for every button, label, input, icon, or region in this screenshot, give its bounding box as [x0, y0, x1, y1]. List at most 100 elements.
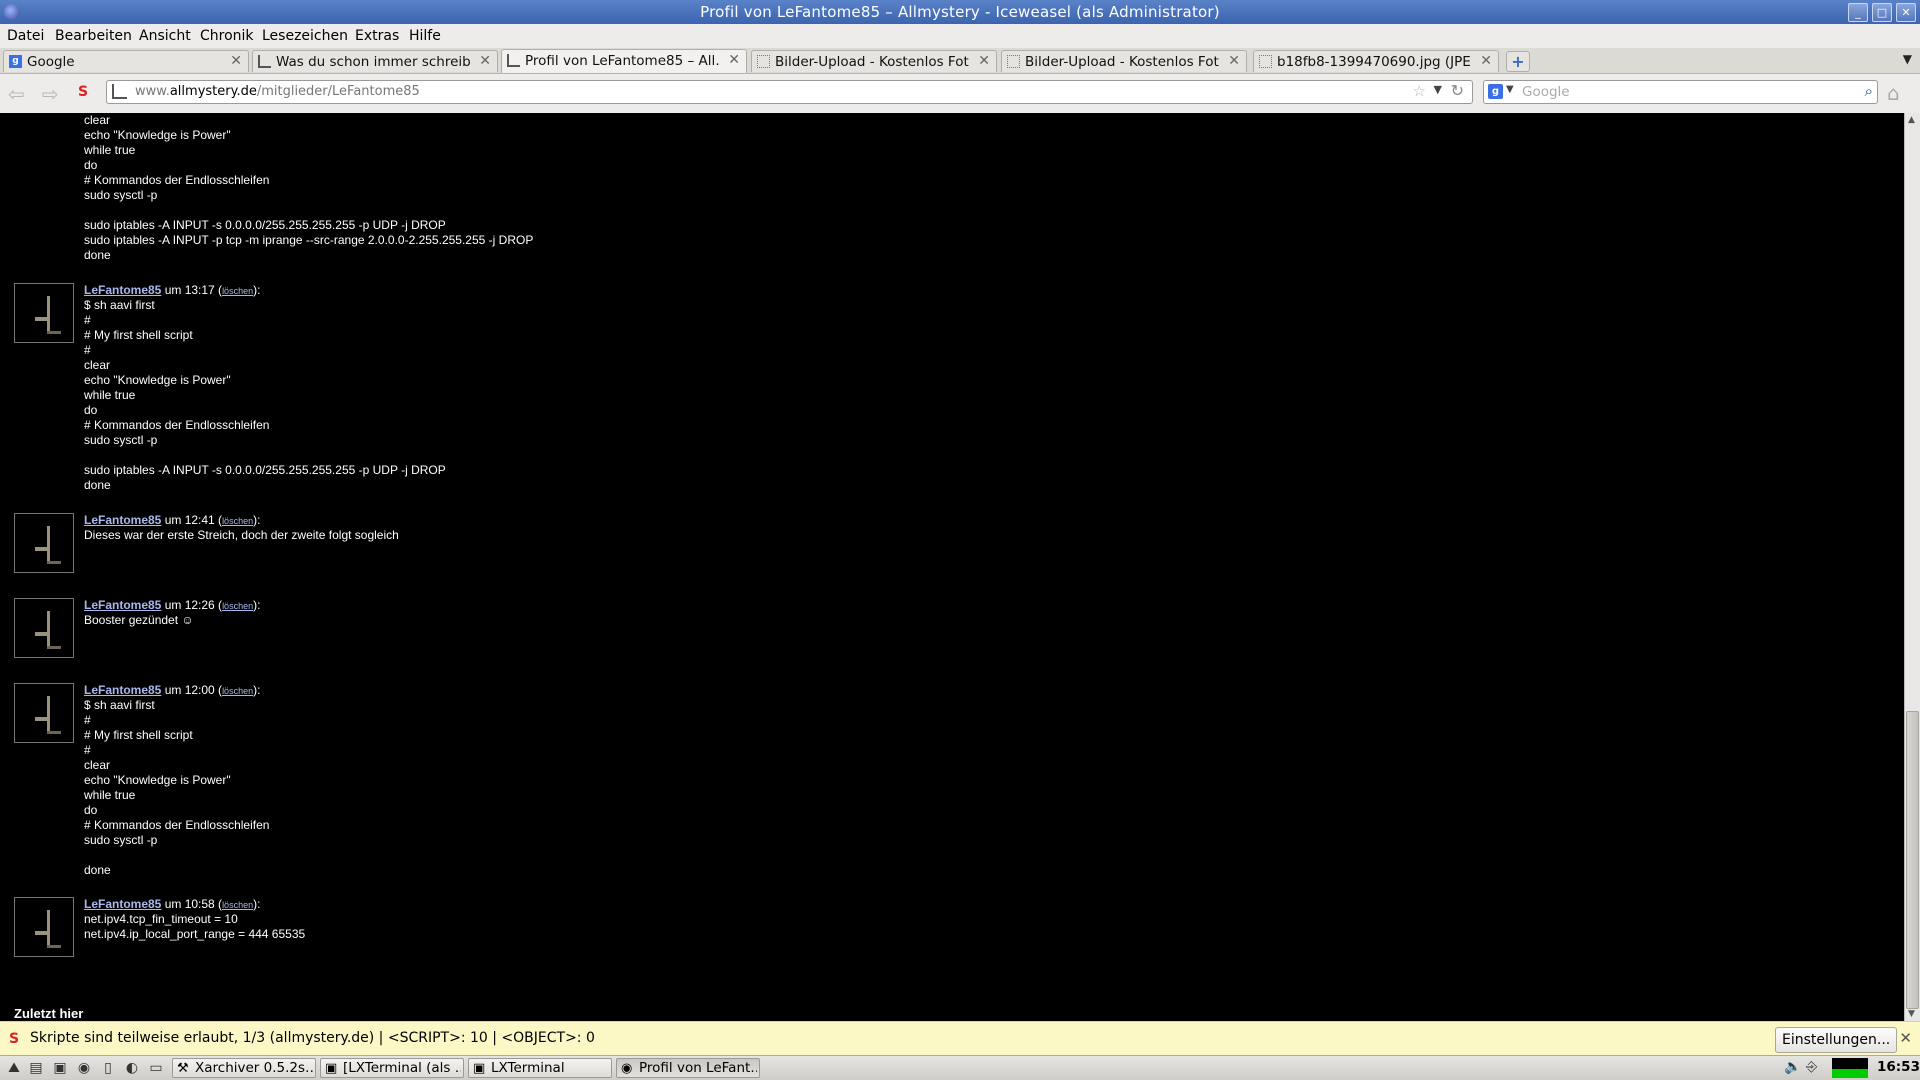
tab-label: Profil von LeFantome85 – All… [525, 53, 720, 69]
scrollbar-thumb[interactable] [1906, 711, 1919, 1009]
close-icon[interactable]: ✕ [1899, 1029, 1912, 1047]
search-input[interactable]: Google [1522, 84, 1570, 100]
post-username-link[interactable]: LeFantome85 [84, 283, 161, 297]
window-title: Profil von LeFantome85 – Allmystery - Ic… [700, 3, 1220, 21]
delete-link[interactable]: löschen [222, 900, 253, 910]
taskbar-task-xarchiver[interactable]: ⚒ Xarchiver 0.5.2s… [172, 1058, 316, 1078]
back-arrow-icon[interactable]: ⇦ [8, 82, 25, 106]
google-search-engine-icon[interactable]: g [1488, 84, 1503, 99]
taskbar-task-lxterminal-admin[interactable]: ▣ [LXTerminal (als … [320, 1058, 464, 1078]
tab-google[interactable]: g Google ✕ [3, 50, 249, 72]
minimize-button[interactable]: _ [1848, 3, 1868, 22]
file-manager-icon[interactable]: ▤ [26, 1059, 46, 1077]
maximize-button[interactable]: □ [1872, 3, 1892, 22]
noscript-icon[interactable]: S [78, 84, 88, 100]
taskbar-task-iceweasel[interactable]: ◉ Profil von LeFant… [616, 1058, 760, 1078]
settings-button[interactable]: Einstellungen... [1775, 1027, 1898, 1053]
delete-link[interactable]: löschen [222, 601, 253, 611]
delete-link[interactable]: löschen [222, 686, 253, 696]
post-username-link[interactable]: LeFantome85 [84, 683, 161, 697]
iceweasel-icon: ◉ [621, 1061, 633, 1076]
post-username-link[interactable]: LeFantome85 [84, 897, 161, 911]
avatar[interactable] [14, 513, 74, 573]
delete-link[interactable]: löschen [222, 286, 253, 296]
terminal-icon: ▣ [325, 1061, 338, 1076]
menu-lesezeichen[interactable]: Lesezeichen [262, 28, 348, 44]
tab-label: b18fb8-1399470690.jpg (JPE… [1277, 54, 1472, 70]
allmystery-favicon-icon [258, 55, 271, 68]
cpu-monitor [1832, 1058, 1868, 1078]
terminal-icon[interactable]: ▣ [50, 1059, 70, 1077]
bookmark-star-icon[interactable]: ☆ [1413, 82, 1426, 100]
tab-label: Bilder-Upload - Kostenlos Fot… [1025, 54, 1220, 70]
scroll-up-arrow-icon[interactable]: ▲ [1908, 115, 1915, 125]
forward-arrow-icon[interactable]: ⇨ [42, 82, 59, 106]
post-username-link[interactable]: LeFantome85 [84, 598, 161, 612]
avatar[interactable] [14, 283, 74, 343]
volume-icon[interactable]: 🔈 [1784, 1059, 1801, 1075]
menu-extras[interactable]: Extras [355, 28, 399, 44]
post-time: um 12:00 ( [161, 683, 223, 697]
search-bar[interactable]: g ▼ Google ⌕ [1483, 80, 1878, 104]
menu-hilfe[interactable]: Hilfe [409, 28, 441, 44]
noscript-icon: S [9, 1031, 20, 1047]
tab-list-chevron-icon[interactable]: ▼ [1903, 52, 1912, 66]
taskbar-task-lxterminal[interactable]: ▣ LXTerminal [468, 1058, 612, 1078]
delete-link[interactable]: löschen [222, 516, 253, 526]
clock[interactable]: 16:53 [1877, 1059, 1920, 1075]
tab-jpeg-image[interactable]: b18fb8-1399470690.jpg (JPE… ✕ [1253, 50, 1499, 72]
tab-close-icon[interactable]: ✕ [728, 52, 740, 68]
window-titlebar[interactable]: Profil von LeFantome85 – Allmystery - Ic… [0, 0, 1920, 24]
browser-icon[interactable]: ◉ [74, 1059, 94, 1077]
tab-close-icon[interactable]: ✕ [978, 53, 990, 69]
tab-close-icon[interactable]: ✕ [479, 53, 491, 69]
blank-page-icon [757, 55, 770, 68]
post-body: $ sh aavi first # # My first shell scrip… [84, 698, 270, 877]
tab-bilder-upload-1[interactable]: Bilder-Upload - Kostenlos Fot… ✕ [751, 50, 997, 72]
google-favicon-icon: g [9, 55, 22, 68]
home-icon[interactable]: ⌂ [1887, 81, 1900, 105]
tab-profil-lefantome85[interactable]: Profil von LeFantome85 – All… ✕ [501, 49, 747, 73]
start-menu-icon[interactable]: ⛰ [4, 1059, 24, 1077]
search-icon[interactable]: ⌕ [1865, 82, 1873, 100]
menu-chronik[interactable]: Chronik [200, 28, 254, 44]
tab-close-icon[interactable]: ✕ [230, 53, 242, 69]
allmystery-favicon-icon [507, 54, 520, 67]
site-identity-icon[interactable] [112, 84, 127, 99]
lock-screen-icon[interactable]: ◐ [122, 1059, 142, 1077]
tab-label: Was du schon immer schreib… [276, 54, 471, 70]
search-engine-dropdown-icon[interactable]: ▼ [1506, 84, 1514, 95]
new-tab-button[interactable]: + [1506, 51, 1530, 72]
text-editor-icon[interactable]: ▯ [98, 1059, 118, 1077]
menu-ansicht[interactable]: Ansicht [139, 28, 191, 44]
reload-icon[interactable]: ↻ [1451, 81, 1464, 100]
tab-label: Google [27, 54, 75, 70]
avatar[interactable] [14, 598, 74, 658]
vertical-scrollbar[interactable]: ▲ ▼ [1904, 113, 1920, 1021]
close-button[interactable]: ✕ [1896, 3, 1916, 22]
tab-close-icon[interactable]: ✕ [1480, 53, 1492, 69]
url-bar[interactable]: www.allmystery.de/mitglieder/LeFantome85… [106, 80, 1473, 104]
avatar[interactable] [14, 683, 74, 743]
blank-page-icon [1007, 55, 1020, 68]
menu-bearbeiten[interactable]: Bearbeiten [55, 28, 132, 44]
network-icon[interactable]: ⎆ [1806, 1059, 1817, 1075]
tab-was-du-schon[interactable]: Was du schon immer schreib… ✕ [252, 50, 498, 72]
tab-bilder-upload-2[interactable]: Bilder-Upload - Kostenlos Fot… ✕ [1001, 50, 1247, 72]
url-history-dropdown-icon[interactable]: ▼ [1434, 83, 1442, 96]
post-time: um 13:17 ( [161, 283, 223, 297]
scroll-down-arrow-icon[interactable]: ▼ [1908, 1009, 1915, 1019]
menu-bar: Datei Bearbeiten Ansicht Chronik Lesezei… [0, 24, 1920, 48]
post-body-fragment: clear echo "Knowledge is Power" while tr… [84, 113, 534, 262]
post-username-link[interactable]: LeFantome85 [84, 513, 161, 527]
url-text[interactable]: www.allmystery.de/mitglieder/LeFantome85 [135, 84, 420, 99]
archive-icon: ⚒ [177, 1061, 189, 1076]
terminal-icon: ▣ [473, 1061, 486, 1076]
desktop-icon[interactable]: ▭ [146, 1059, 166, 1077]
avatar[interactable] [14, 897, 74, 957]
post-time: um 12:41 ( [161, 513, 223, 527]
tab-close-icon[interactable]: ✕ [1228, 53, 1240, 69]
post-time: um 12:26 ( [161, 598, 223, 612]
menu-datei[interactable]: Datei [7, 28, 44, 44]
post-body: Booster gezündet ☺ [84, 613, 194, 627]
